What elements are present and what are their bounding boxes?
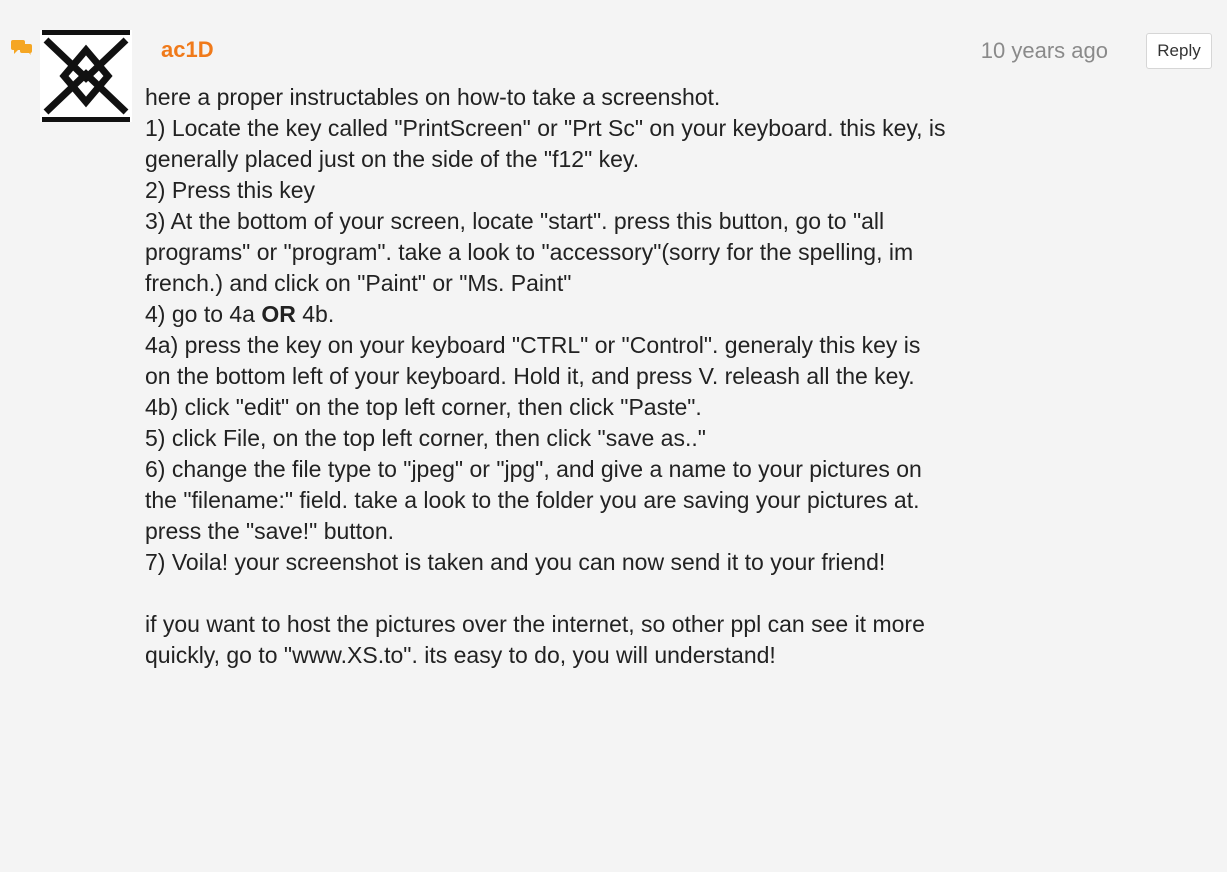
- reply-button[interactable]: Reply: [1146, 33, 1212, 69]
- comment-line: 7) Voila! your screenshot is taken and y…: [145, 549, 886, 575]
- comment-line: 4b) click "edit" on the top left corner,…: [145, 394, 702, 420]
- comment-body: here a proper instructables on how-to ta…: [145, 82, 1215, 671]
- timestamp: 10 years ago: [980, 38, 1108, 63]
- comment-line: on the bottom left of your keyboard. Hol…: [145, 363, 915, 389]
- comment-line: quickly, go to "www.XS.to". its easy to …: [145, 642, 776, 668]
- speech-bubble-icon: [11, 40, 32, 55]
- comment-line: 5) click File, on the top left corner, t…: [145, 425, 706, 451]
- comment-line: 6) change the file type to "jpeg" or "jp…: [145, 456, 922, 482]
- comment-line: if you want to host the pictures over th…: [145, 611, 925, 637]
- comment-line: programs" or "program". take a look to "…: [145, 239, 914, 265]
- step4-bold-or: OR: [261, 301, 296, 327]
- comment-line: press the "save!" button.: [145, 518, 395, 544]
- comment-line: here a proper instructables on how-to ta…: [145, 84, 721, 110]
- author-link[interactable]: ac1D: [161, 36, 214, 64]
- comment-line: the "filename:" field. take a look to th…: [145, 487, 920, 513]
- comment-line: generally placed just on the side of the…: [145, 146, 640, 172]
- step4-prefix: 4) go to 4a: [145, 301, 262, 327]
- avatar[interactable]: [40, 30, 132, 122]
- comment-line: 1) Locate the key called "PrintScreen" o…: [145, 115, 946, 141]
- step4-suffix: 4b.: [295, 301, 335, 327]
- comment-line: 2) Press this key: [145, 177, 315, 203]
- comment-line-step4: 4) go to 4a OR 4b.: [145, 299, 1215, 330]
- comment: ac1D 10 years ago Reply here a proper in…: [0, 0, 1227, 872]
- comment-line: french.) and click on "Paint" or "Ms. Pa…: [145, 270, 572, 296]
- comment-line: 4a) press the key on your keyboard "CTRL…: [145, 332, 921, 358]
- comment-line: 3) At the bottom of your screen, locate …: [145, 208, 885, 234]
